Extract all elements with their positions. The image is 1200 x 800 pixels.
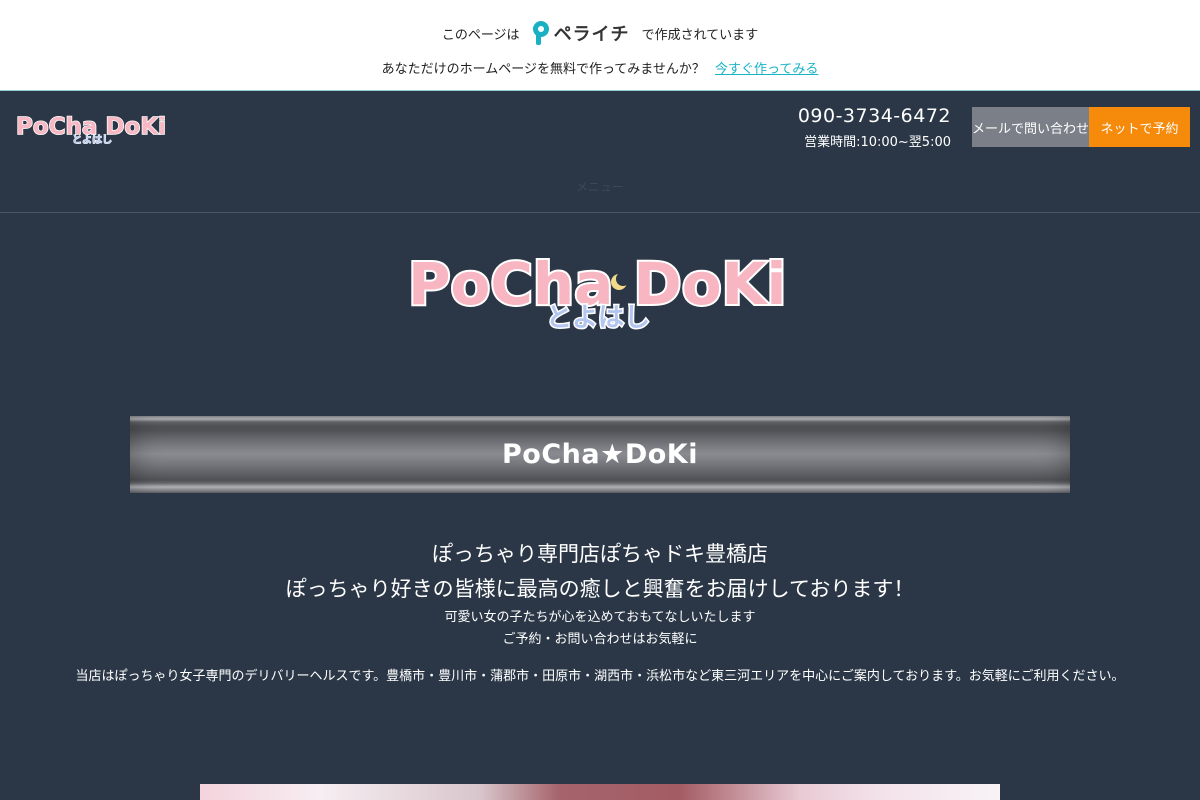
intro-heading-1: ぽっちゃり専門店ぽちゃドキ豊橋店 — [432, 542, 768, 566]
hero-logo: PoCha DoKi とよはし — [406, 248, 786, 333]
intro-text-1: 可愛い女の子たちが心を込めておもてなしいたします — [444, 610, 756, 625]
peraichi-banner: このページは ペライチ で作成されています あなただけのホームページを無料で作っ… — [0, 0, 1200, 91]
banner-row-cta: あなただけのホームページを無料で作ってみませんか？ 今すぐ作ってみる — [0, 58, 1200, 77]
hero-image — [200, 784, 1000, 800]
peraichi-p-icon — [532, 21, 550, 45]
section-title: PoCha★DoKi — [502, 439, 698, 470]
banner-left-text: このページは — [441, 27, 520, 43]
intro-heading-2: ぽっちゃり好きの皆様に最高の癒しと興奮をお届けしております！ — [285, 577, 915, 601]
nav-menu-label[interactable]: メニュー — [0, 178, 1200, 195]
contact-button[interactable]: メールで問い合わせ — [972, 107, 1089, 147]
peraichi-logo[interactable]: ペライチ — [532, 20, 630, 46]
hero-logo-subtext: とよはし — [546, 303, 650, 333]
site-header: PoCha DoKi とよはし 090-3734-6472 営業時間:10:00… — [0, 92, 1200, 213]
phone-number[interactable]: 090-3734-6472 — [798, 105, 951, 127]
peraichi-brand-name: ペライチ — [553, 24, 630, 45]
site-logo[interactable]: PoCha DoKi とよはし — [14, 110, 174, 144]
banner-row-brand: このページは ペライチ で作成されています — [0, 20, 1200, 46]
intro-paragraph: 当店はぽっちゃり女子専門のデリバリーヘルスです。豊橋市・豊川市・蒲郡市・田原市・… — [75, 669, 1125, 684]
intro-text-2: ご予約・お問い合わせはお気軽に — [502, 632, 698, 647]
site-logo-subtext: とよはし — [72, 134, 112, 144]
reserve-button[interactable]: ネットで予約 — [1089, 107, 1190, 147]
contact-info: 090-3734-6472 営業時間:10:00~翌5:00 — [798, 105, 951, 150]
banner-sub-text: あなただけのホームページを無料で作ってみませんか？ — [381, 62, 705, 77]
banner-create-link[interactable]: 今すぐ作ってみる — [715, 62, 818, 77]
business-hours: 営業時間:10:00~翌5:00 — [804, 135, 951, 150]
section-title-band: PoCha★DoKi — [130, 416, 1070, 493]
banner-right-text: で作成されています — [641, 27, 759, 43]
